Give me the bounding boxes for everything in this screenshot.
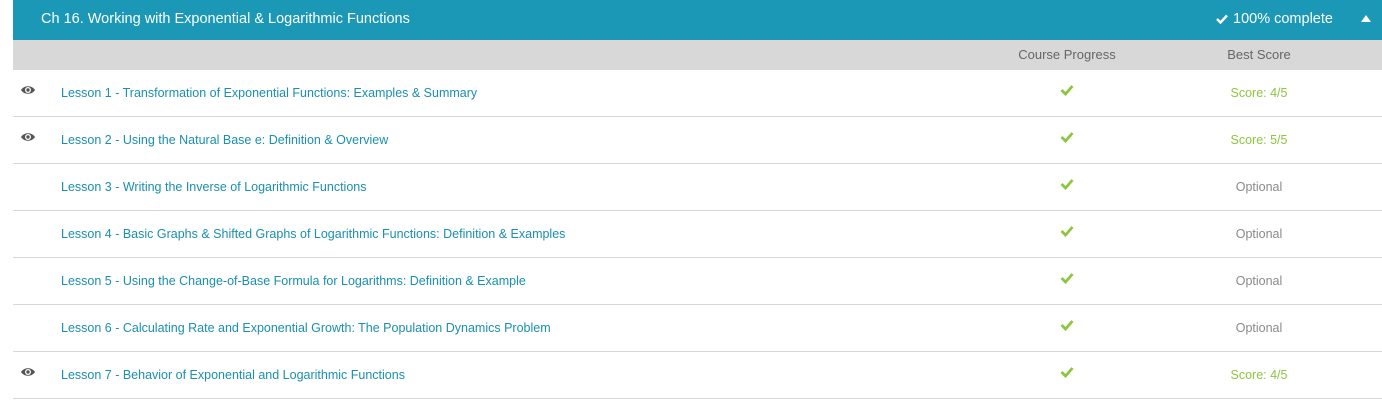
best-score: Optional <box>1235 274 1283 288</box>
progress-check-icon <box>1060 367 1074 378</box>
best-score: Optional <box>1235 180 1283 194</box>
progress-check-icon <box>1060 179 1074 190</box>
collapse-triangle-icon[interactable] <box>1360 12 1372 24</box>
column-header-progress: Course Progress <box>1018 47 1116 62</box>
completion-label: 100% complete <box>1233 11 1333 27</box>
lesson-link[interactable]: Lesson 2 - Using the Natural Base e: Def… <box>61 133 388 147</box>
column-header-score: Best Score <box>1227 47 1291 62</box>
lesson-row: Lesson 1 - Transformation of Exponential… <box>13 70 1382 117</box>
lesson-link[interactable]: Lesson 7 - Behavior of Exponential and L… <box>61 368 405 382</box>
eye-icon <box>21 133 35 141</box>
lesson-row: Lesson 2 - Using the Natural Base e: Def… <box>13 117 1382 164</box>
progress-check-icon <box>1060 226 1074 237</box>
lesson-row: Lesson 6 - Calculating Rate and Exponent… <box>13 305 1382 352</box>
progress-check-icon <box>1060 85 1074 96</box>
best-score: Score: 4/5 <box>1230 86 1288 100</box>
progress-check-icon <box>1060 132 1074 143</box>
chapter-panel: Ch 16. Working with Exponential & Logari… <box>13 0 1382 399</box>
lesson-link[interactable]: Lesson 3 - Writing the Inverse of Logari… <box>61 180 366 194</box>
lesson-row: Lesson 3 - Writing the Inverse of Logari… <box>13 164 1382 211</box>
eye-icon <box>21 368 35 376</box>
best-score: Score: 5/5 <box>1230 133 1288 147</box>
best-score: Score: 4/5 <box>1230 368 1288 382</box>
best-score: Optional <box>1235 227 1283 241</box>
chapter-title[interactable]: Ch 16. Working with Exponential & Logari… <box>41 11 410 27</box>
completion-status: 100% complete <box>1216 11 1333 27</box>
check-icon <box>1216 14 1228 24</box>
lesson-list: Lesson 1 - Transformation of Exponential… <box>13 70 1382 399</box>
lesson-row: Lesson 5 - Using the Change-of-Base Form… <box>13 258 1382 305</box>
best-score: Optional <box>1235 321 1283 335</box>
progress-check-icon <box>1060 320 1074 331</box>
lesson-link[interactable]: Lesson 6 - Calculating Rate and Exponent… <box>61 321 551 335</box>
lesson-row: Lesson 7 - Behavior of Exponential and L… <box>13 352 1382 399</box>
lesson-link[interactable]: Lesson 1 - Transformation of Exponential… <box>61 86 477 100</box>
column-header-row: Course Progress Best Score <box>13 40 1382 70</box>
chapter-header[interactable]: Ch 16. Working with Exponential & Logari… <box>13 0 1382 40</box>
eye-icon <box>21 86 35 94</box>
lesson-link[interactable]: Lesson 4 - Basic Graphs & Shifted Graphs… <box>61 227 565 241</box>
lesson-row: Lesson 4 - Basic Graphs & Shifted Graphs… <box>13 211 1382 258</box>
progress-check-icon <box>1060 273 1074 284</box>
lesson-link[interactable]: Lesson 5 - Using the Change-of-Base Form… <box>61 274 526 288</box>
